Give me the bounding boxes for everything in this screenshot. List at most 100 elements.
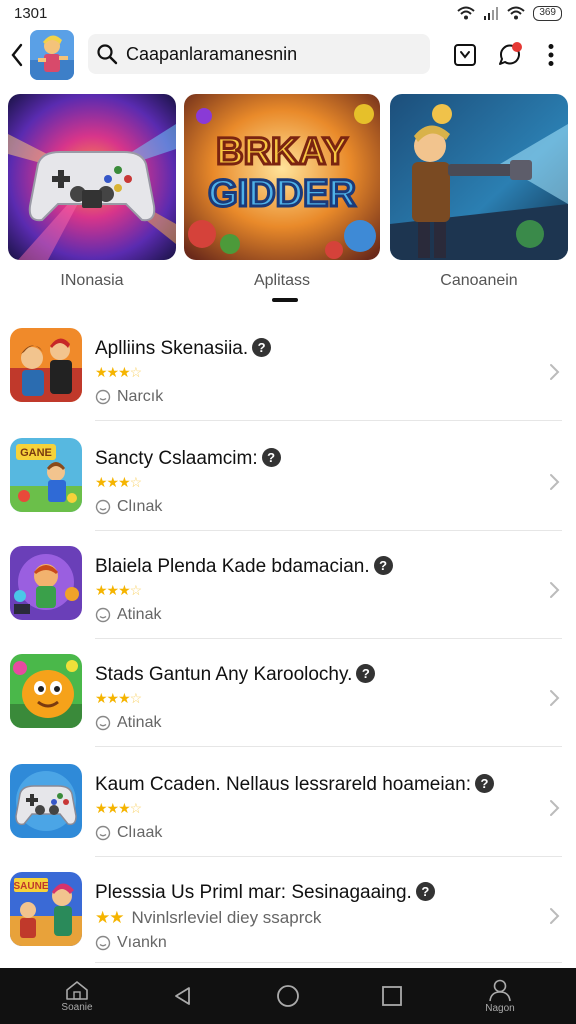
rating-stars: ★★★☆ xyxy=(95,474,142,490)
rating-stars: ★★ Nvinlsrleviel diey ssaprck xyxy=(95,908,322,927)
nav-back-button[interactable] xyxy=(166,968,200,1024)
download-box-icon xyxy=(454,44,476,66)
smile-icon xyxy=(95,935,111,951)
more-vertical-icon xyxy=(548,44,554,66)
wifi-icon xyxy=(457,6,475,20)
divider xyxy=(95,638,562,639)
chevron-right-icon xyxy=(550,800,560,816)
rating-note: Nvinlsrleviel diey ssaprck xyxy=(131,908,322,927)
list-item[interactable]: Aplliins Skenasiia.? ★★★☆ Narcık xyxy=(0,318,576,426)
banner-action-art xyxy=(390,94,568,260)
item-subtitle: Atinak xyxy=(95,606,161,624)
chat-bubble-icon xyxy=(499,42,522,65)
app-icon-controller xyxy=(10,764,82,838)
circle-home-icon xyxy=(277,985,299,1007)
icon-text: GANE xyxy=(20,447,52,459)
messages-button[interactable] xyxy=(495,40,525,70)
help-badge-icon[interactable]: ? xyxy=(356,664,376,683)
help-badge-icon[interactable]: ? xyxy=(373,556,393,575)
app-avatar-art xyxy=(30,30,74,80)
download-button[interactable] xyxy=(450,40,480,70)
item-title: Kaum Ccaden. Nellaus lessrareld hoameian… xyxy=(95,774,494,796)
chevron-left-icon xyxy=(11,43,23,67)
help-badge-icon[interactable]: ? xyxy=(261,448,281,467)
banner-art-text-2: GIDDER xyxy=(208,173,356,215)
item-title: Aplliins Skenasiia.? xyxy=(95,338,272,360)
help-badge-icon[interactable]: ? xyxy=(474,774,494,793)
icon-text: SAUNE xyxy=(13,881,48,892)
item-subtitle: Atinak xyxy=(95,714,161,732)
app-icon-fighter xyxy=(10,328,82,402)
system-nav-bar: Soanie Nagon xyxy=(0,968,576,1024)
search-box[interactable] xyxy=(88,34,430,74)
status-bar: 1301 369 xyxy=(0,0,576,26)
more-menu-button[interactable] xyxy=(536,40,566,70)
rating-stars: ★★★☆ xyxy=(95,582,142,598)
nav-circle-home-button[interactable] xyxy=(270,968,306,1024)
banner-controller[interactable] xyxy=(8,94,176,260)
banner-label-1[interactable]: INonasia xyxy=(8,272,176,290)
list-item[interactable]: GANE Sancty Cslaamcim:? ★★★☆ Clınak xyxy=(0,428,576,536)
chevron-right-icon xyxy=(550,582,560,598)
app-icon-slime xyxy=(10,654,82,728)
divider xyxy=(95,420,562,421)
list-item[interactable]: Stads Gantun Any Karoolochy.? ★★★☆ Atina… xyxy=(0,644,576,752)
app-icon-arcade xyxy=(10,546,82,620)
rating-stars: ★★★☆ xyxy=(95,690,142,706)
nav-home-label: Soanie xyxy=(61,1002,93,1013)
status-time: 1301 xyxy=(14,4,48,22)
square-recents-icon xyxy=(382,986,402,1006)
banner-label-3[interactable]: Canoanein xyxy=(390,272,568,290)
search-icon xyxy=(97,44,118,65)
banner-label-2[interactable]: Aplitass xyxy=(184,272,380,290)
header xyxy=(0,28,576,84)
app-avatar[interactable] xyxy=(30,30,74,80)
banner-featured-game[interactable]: BRKAY GIDDER xyxy=(184,94,380,260)
nav-profile-label: Nagon xyxy=(485,1003,515,1014)
smile-icon xyxy=(95,715,111,731)
item-title: Sancty Cslaamcim:? xyxy=(95,448,281,470)
help-badge-icon[interactable]: ? xyxy=(415,882,435,901)
rating-stars: ★★★☆ xyxy=(95,800,142,816)
item-subtitle: Narcık xyxy=(95,388,163,406)
divider xyxy=(95,962,562,963)
battery-indicator: 369 xyxy=(533,5,562,21)
rating-stars: ★★★☆ xyxy=(95,364,142,380)
item-title: Stads Gantun Any Karoolochy.? xyxy=(95,664,376,686)
chevron-right-icon xyxy=(550,364,560,380)
tab-indicator xyxy=(272,298,298,302)
banner-action-game[interactable] xyxy=(390,94,568,260)
help-badge-icon[interactable]: ? xyxy=(252,338,272,357)
status-icons: 369 xyxy=(457,5,562,21)
back-button[interactable] xyxy=(6,40,28,70)
banner-controller-art xyxy=(8,94,176,260)
app-icon-heroes: SAUNE xyxy=(10,872,82,946)
nav-home-button[interactable]: Soanie xyxy=(52,968,102,1024)
banner-art-text-1: BRKAY xyxy=(216,131,348,173)
nav-profile-button[interactable]: Nagon xyxy=(474,968,526,1024)
item-subtitle: Vıankn xyxy=(95,934,167,952)
wifi-icon-2 xyxy=(507,6,525,20)
chevron-right-icon xyxy=(550,908,560,924)
chevron-right-icon xyxy=(550,474,560,490)
list-item[interactable]: Kaum Ccaden. Nellaus lessrareld hoameian… xyxy=(0,754,576,862)
chevron-right-icon xyxy=(550,690,560,706)
divider xyxy=(95,530,562,531)
search-input[interactable] xyxy=(126,43,416,65)
smile-icon xyxy=(95,389,111,405)
item-title: Plesssia Us Priml mar: Sesinagaaing.? xyxy=(95,882,435,904)
list-item[interactable]: Blaiela Plenda Kade bdamacian.? ★★★☆ Ati… xyxy=(0,536,576,644)
home-icon xyxy=(66,981,88,1000)
smile-icon xyxy=(95,825,111,841)
signal-icon xyxy=(484,7,499,20)
person-icon xyxy=(489,979,511,1002)
nav-recents-button[interactable] xyxy=(374,968,410,1024)
divider xyxy=(95,856,562,857)
banner-featured-art: BRKAY GIDDER xyxy=(184,94,380,260)
item-title: Blaiela Plenda Kade bdamacian.? xyxy=(95,556,393,578)
list-item[interactable]: SAUNE Plesssia Us Priml mar: Sesinagaain… xyxy=(0,862,576,970)
item-subtitle: Clıaak xyxy=(95,824,162,842)
smile-icon xyxy=(95,607,111,623)
smile-icon xyxy=(95,499,111,515)
divider xyxy=(95,746,562,747)
